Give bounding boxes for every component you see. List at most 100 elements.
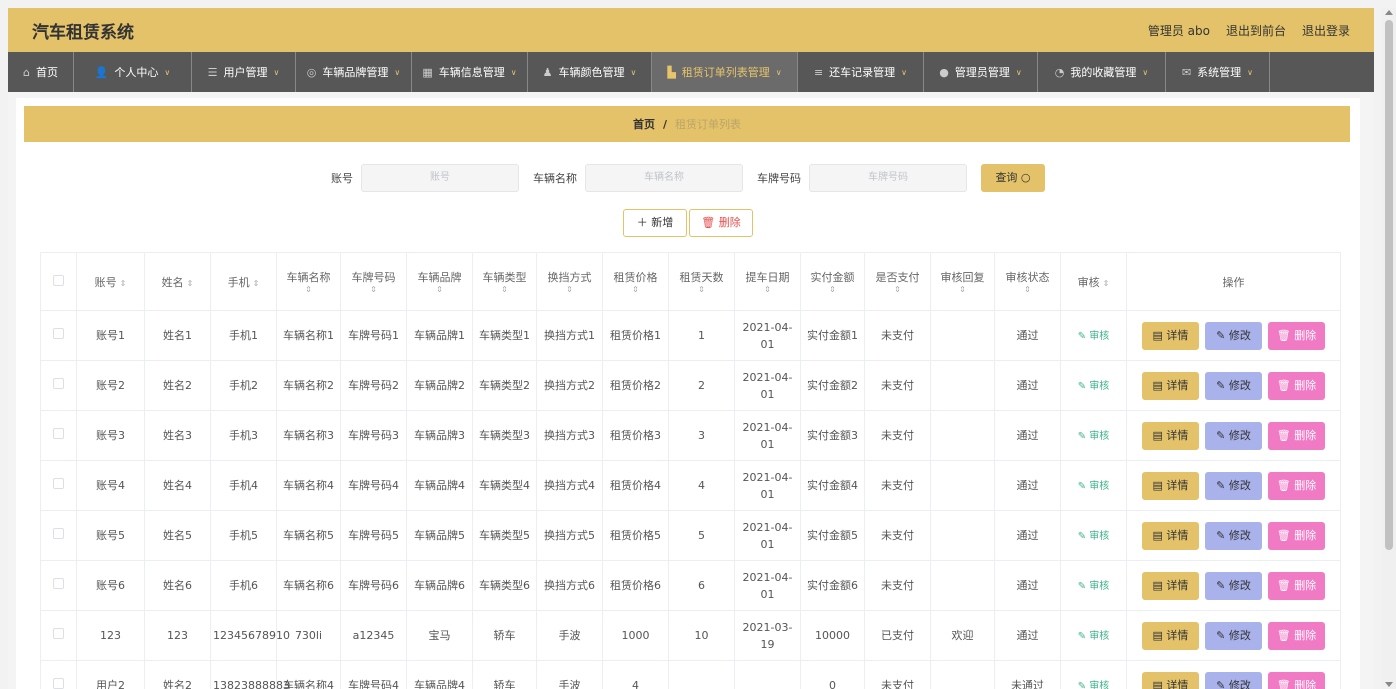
scroll-up-icon[interactable] [1385,10,1393,15]
edit-button[interactable]: ✎ 修改 [1205,371,1262,400]
column-header[interactable]: 车牌号码 ⇕ [340,252,407,311]
detail-button[interactable]: ▤ 详情 [1142,371,1199,400]
sort-icon[interactable]: ⇕ [187,279,194,288]
nav-item-1[interactable]: 👤 个人中心 ∨ [74,52,192,92]
column-header[interactable]: 租赁价格 ⇕ [602,252,669,311]
logout-link[interactable]: 退出登录 [1302,22,1350,39]
edit-button[interactable]: ✎ 修改 [1205,421,1262,450]
edit-button[interactable]: ✎ 修改 [1205,671,1262,689]
detail-button[interactable]: ▤ 详情 [1142,671,1199,689]
carname-input[interactable]: 车辆名称 [585,164,743,192]
delete-button[interactable]: 🗑 删除 [1268,521,1325,550]
nav-item-7[interactable]: ≡ 还车记录管理 ∨ [798,52,924,92]
row-checkbox[interactable] [53,628,64,639]
nav-item-3[interactable]: ◎ 车辆品牌管理 ∨ [296,52,412,92]
nav-item-10[interactable]: ✉ 系统管理 ∨ [1166,52,1270,92]
column-header[interactable]: 手机 ⇕ [210,252,277,311]
delete-button[interactable]: 🗑 删除 [1268,571,1325,600]
column-header[interactable]: 审核回复 ⇕ [930,252,995,311]
delete-button[interactable]: 🗑 删除 [1268,471,1325,500]
column-header[interactable]: 是否支付 ⇕ [864,252,931,311]
scroll-thumb[interactable] [1385,20,1393,550]
table-cell: 换挡方式3 [536,410,603,461]
page-scrollbar[interactable] [1382,8,1396,689]
nav-item-2[interactable]: ☰ 用户管理 ∨ [192,52,296,92]
sort-icon[interactable]: ⇕ [120,279,127,288]
header-links: 管理员 abo 退出到前台 退出登录 [1148,22,1350,39]
account-input[interactable]: 账号 [361,164,519,192]
sort-icon[interactable]: ⇕ [933,285,992,294]
column-header[interactable]: 审核状态 ⇕ [994,252,1061,311]
sort-icon[interactable]: ⇕ [737,285,798,294]
sort-icon[interactable]: ⇕ [803,285,862,294]
column-header[interactable]: 提车日期 ⇕ [734,252,801,311]
add-button[interactable]: ＋ 新增 [623,209,687,237]
audit-link[interactable]: ✎ 审核 [1078,531,1110,542]
row-checkbox[interactable] [53,578,64,589]
column-header[interactable]: 换挡方式 ⇕ [536,252,603,311]
row-checkbox[interactable] [53,328,64,339]
detail-button[interactable]: ▤ 详情 [1142,421,1199,450]
batch-delete-button[interactable]: 🗑 删除 [689,209,753,237]
audit-link[interactable]: ✎ 审核 [1078,681,1110,689]
column-header[interactable]: 租赁天数 ⇕ [668,252,735,311]
query-button[interactable]: 查询 ○ [981,164,1045,192]
delete-button[interactable]: 🗑 删除 [1268,421,1325,450]
edit-button[interactable]: ✎ 修改 [1205,621,1262,650]
detail-button[interactable]: ▤ 详情 [1142,321,1199,350]
column-header-label: 提车日期 [745,271,790,284]
delete-button[interactable]: 🗑 删除 [1268,671,1325,689]
edit-button[interactable]: ✎ 修改 [1205,571,1262,600]
edit-button[interactable]: ✎ 修改 [1205,521,1262,550]
sort-icon[interactable]: ⇕ [671,285,732,294]
delete-button[interactable]: 🗑 删除 [1268,321,1325,350]
audit-link[interactable]: ✎ 审核 [1078,581,1110,592]
exit-to-front-link[interactable]: 退出到前台 [1226,22,1286,39]
sort-icon[interactable]: ⇕ [343,285,404,294]
sort-icon[interactable]: ⇕ [1103,279,1110,288]
detail-button[interactable]: ▤ 详情 [1142,521,1199,550]
nav-item-0[interactable]: ⌂ 首页 [8,52,74,92]
table-cell: 手波 [536,660,603,689]
column-header[interactable]: 账号 ⇕ [76,252,145,311]
sort-icon[interactable]: ⇕ [475,285,534,294]
plate-input[interactable]: 车牌号码 [809,164,967,192]
select-all-checkbox[interactable] [53,274,64,286]
row-checkbox[interactable] [53,478,64,489]
audit-link[interactable]: ✎ 审核 [1078,481,1110,492]
nav-item-5[interactable]: ♟ 车辆颜色管理 ∨ [528,52,652,92]
column-header[interactable]: 姓名 ⇕ [144,252,211,311]
detail-button[interactable]: ▤ 详情 [1142,471,1199,500]
row-checkbox[interactable] [53,528,64,539]
detail-button[interactable]: ▤ 详情 [1142,571,1199,600]
sort-icon[interactable]: ⇕ [539,285,600,294]
nav-item-6[interactable]: ▙ 租赁订单列表管理 ∨ [652,52,798,92]
scroll-down-icon[interactable] [1385,682,1393,687]
column-header[interactable]: 车辆品牌 ⇕ [406,252,473,311]
breadcrumb-home[interactable]: 首页 [633,116,655,132]
audit-link[interactable]: ✎ 审核 [1078,381,1110,392]
sort-icon[interactable]: ⇕ [867,285,928,294]
audit-link[interactable]: ✎ 审核 [1078,431,1110,442]
row-checkbox[interactable] [53,678,64,689]
detail-button[interactable]: ▤ 详情 [1142,621,1199,650]
audit-link[interactable]: ✎ 审核 [1078,331,1110,342]
edit-button[interactable]: ✎ 修改 [1205,321,1262,350]
sort-icon[interactable]: ⇕ [997,285,1058,294]
nav-item-4[interactable]: ▦ 车辆信息管理 ∨ [412,52,528,92]
row-checkbox[interactable] [53,428,64,439]
delete-button[interactable]: 🗑 删除 [1268,371,1325,400]
nav-item-9[interactable]: ◔ 我的收藏管理 ∨ [1038,52,1166,92]
edit-button[interactable]: ✎ 修改 [1205,471,1262,500]
audit-link[interactable]: ✎ 审核 [1078,631,1110,642]
nav-item-8[interactable]: ● 管理员管理 ∨ [924,52,1038,92]
column-header[interactable]: 车辆类型 ⇕ [472,252,537,311]
sort-icon[interactable]: ⇕ [279,285,338,294]
delete-button[interactable]: 🗑 删除 [1268,621,1325,650]
column-header[interactable]: 车辆名称 ⇕ [276,252,341,311]
sort-icon[interactable]: ⇕ [605,285,666,294]
sort-icon[interactable]: ⇕ [409,285,470,294]
column-header[interactable]: 实付金额 ⇕ [800,252,865,311]
row-checkbox[interactable] [53,378,64,389]
sort-icon[interactable]: ⇕ [253,279,260,288]
